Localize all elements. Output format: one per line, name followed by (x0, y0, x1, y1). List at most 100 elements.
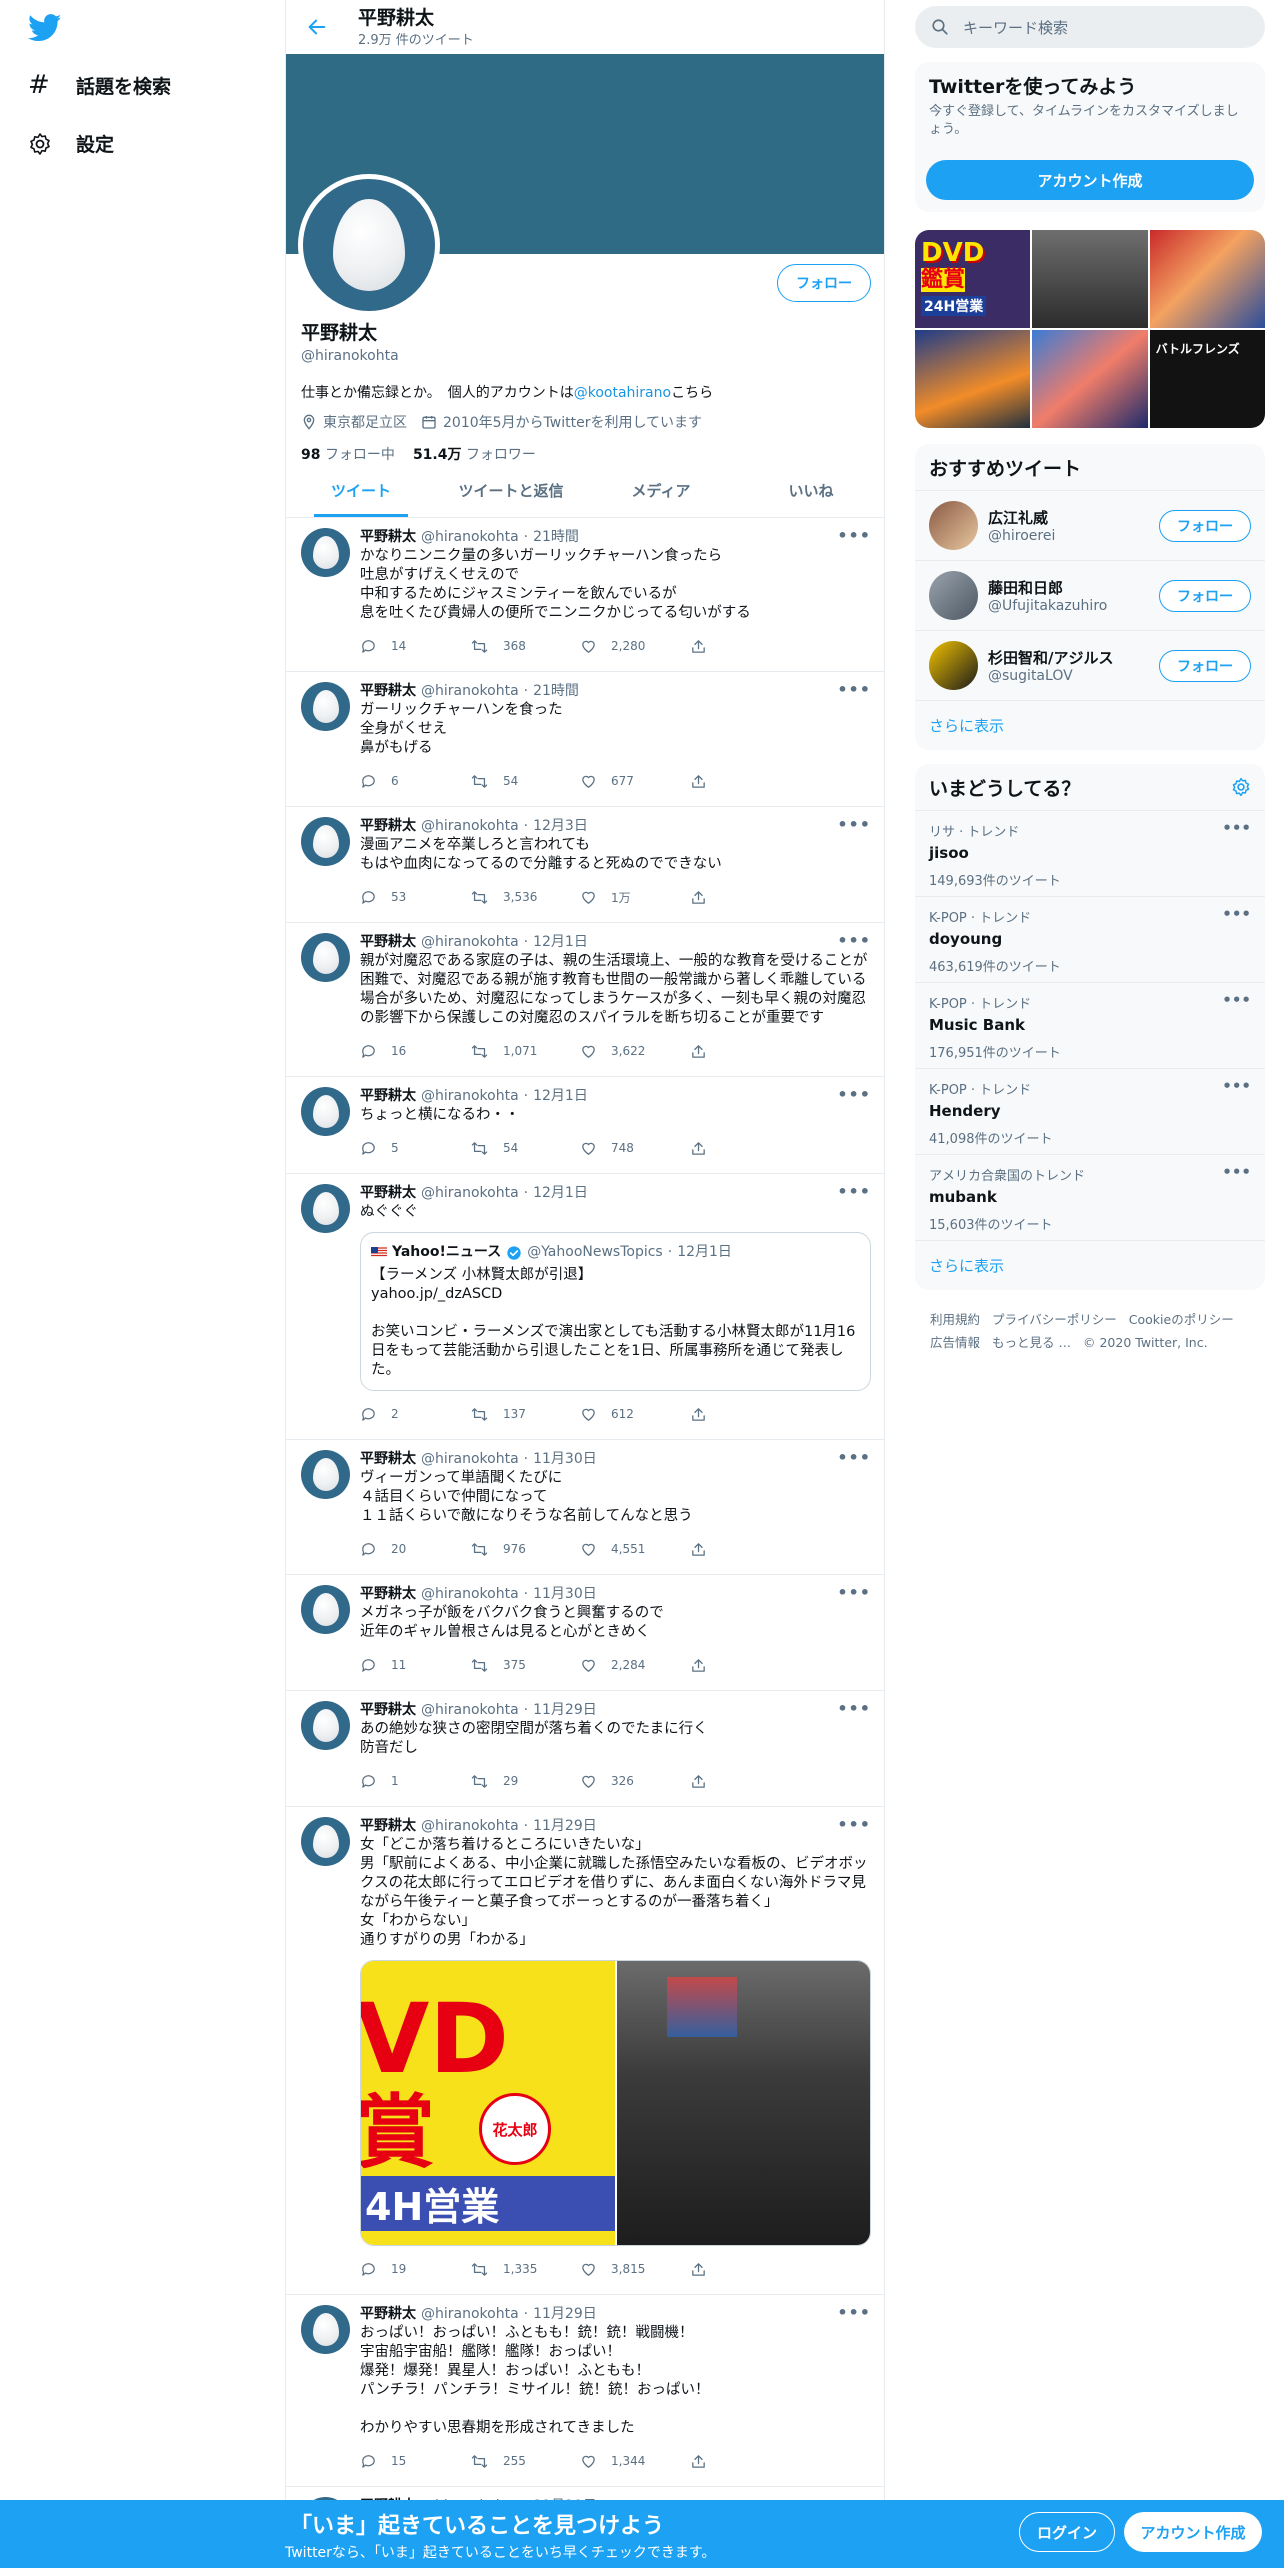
signup-button[interactable]: アカウント作成 (1124, 2512, 1262, 2552)
like-button[interactable]: 748 (580, 1140, 690, 1157)
media-thumb-anime-3[interactable] (1032, 330, 1148, 428)
more-options-icon[interactable]: ••• (837, 815, 871, 834)
trend-more-icon[interactable]: ••• (1222, 905, 1251, 923)
tweet-timestamp[interactable]: 12月1日 (533, 933, 588, 951)
tweet-timestamp[interactable]: 11月30日 (533, 1585, 597, 1603)
recommend-follow-button[interactable]: フォロー (1159, 579, 1251, 612)
like-button[interactable]: 677 (580, 773, 690, 790)
tweet-author-name[interactable]: 平野耕太 (360, 1585, 416, 1603)
tweet-author-name[interactable]: 平野耕太 (360, 1701, 416, 1719)
retweet-button[interactable]: 1,335 (470, 2261, 580, 2278)
tweet-author-name[interactable]: 平野耕太 (360, 1817, 416, 1835)
reply-button[interactable]: 11 (360, 1657, 470, 1674)
trend-more-icon[interactable]: ••• (1222, 1077, 1251, 1095)
nav-explore[interactable]: # 話題を検索 (28, 70, 171, 100)
tweet-avatar[interactable] (301, 817, 350, 866)
reply-button[interactable]: 2 (360, 1406, 470, 1423)
tweet-avatar[interactable] (301, 682, 350, 731)
tweet-author-name[interactable]: 平野耕太 (360, 682, 416, 700)
recommend-name[interactable]: 藤田和日郎 (988, 577, 1149, 598)
like-button[interactable]: 1万 (580, 889, 690, 906)
tab-tweets-and-replies[interactable]: ツイートと返信 (436, 464, 586, 517)
login-button[interactable]: ログイン (1019, 2512, 1115, 2552)
more-options-icon[interactable]: ••• (837, 1815, 871, 1834)
retweet-button[interactable]: 3,536 (470, 889, 580, 906)
search-box[interactable]: キーワード検索 (915, 6, 1265, 48)
tweet-author-name[interactable]: 平野耕太 (360, 2305, 416, 2323)
tweet-author-name[interactable]: 平野耕太 (360, 1450, 416, 1468)
bio-link[interactable]: @kootahirano (574, 385, 671, 401)
media-thumb-anime-2[interactable] (915, 330, 1031, 428)
tweet[interactable]: 平野耕太 @hiranokohta · 12月1日 ••• ちょっと横になるわ・・ 5 54 7… (286, 1077, 884, 1174)
tweet[interactable]: 平野耕太 @hiranokohta · 12月1日 ••• ぬぐぐぐ Yahoo!ニュース @… (286, 1174, 884, 1440)
like-button[interactable]: 3,815 (580, 2261, 690, 2278)
tweet[interactable]: 平野耕太 @hiranokohta · 11月29日 ••• あの絶妙な狭さの密閉空間が落… (286, 1691, 884, 1807)
share-button[interactable] (690, 638, 800, 655)
reply-button[interactable]: 53 (360, 889, 470, 906)
trend-more-icon[interactable]: ••• (1222, 819, 1251, 837)
more-options-icon[interactable]: ••• (837, 931, 871, 950)
tweet[interactable]: 平野耕太 @hiranokohta · 11月30日 ••• メガネっ子が飯をバクバク食う… (286, 1575, 884, 1691)
trend-item[interactable]: アメリカ合衆国のトレンド mubank 15,603件のツイート ••• (915, 1154, 1265, 1240)
like-button[interactable]: 1,344 (580, 2453, 690, 2470)
more-options-icon[interactable]: ••• (837, 680, 871, 699)
twitter-logo-icon[interactable] (28, 14, 62, 42)
media-grid[interactable]: DVD 鑑賞 24H営業 バトルフレンズ (915, 230, 1265, 428)
tweet[interactable]: 平野耕太 @hiranokohta · 21時間 ••• ガーリックチャーハンを食った 全… (286, 672, 884, 807)
share-button[interactable] (690, 889, 800, 906)
like-button[interactable]: 612 (580, 1406, 690, 1423)
tab-tweets[interactable]: ツイート (286, 464, 436, 517)
share-button[interactable] (690, 1541, 800, 1558)
media-thumb-anime-4[interactable]: バトルフレンズ (1149, 330, 1265, 428)
tweet-timestamp[interactable]: 11月29日 (533, 1701, 597, 1719)
tweet-timestamp[interactable]: 11月30日 (533, 1450, 597, 1468)
media-photo-booth[interactable] (616, 1961, 870, 2245)
tweet-author-name[interactable]: 平野耕太 (360, 1087, 416, 1105)
tweet-avatar[interactable] (301, 528, 350, 577)
recommend-avatar[interactable] (929, 501, 978, 550)
share-button[interactable] (690, 1406, 800, 1423)
trend-item[interactable]: K-POP · トレンド doyoung 463,619件のツイート ••• (915, 896, 1265, 982)
share-button[interactable] (690, 1773, 800, 1790)
tweet-timestamp[interactable]: 11月29日 (533, 2305, 597, 2323)
tweet[interactable]: 平野耕太 @hiranokohta · 12月1日 ••• 親が対魔忍である家庭の子は、親… (286, 923, 884, 1077)
tweet-avatar[interactable] (301, 933, 350, 982)
recommend-avatar[interactable] (929, 571, 978, 620)
like-button[interactable]: 2,284 (580, 1657, 690, 1674)
footer-ads-link[interactable]: 広告情報 (930, 1331, 980, 1354)
tweet[interactable]: 平野耕太 @hiranokohta · 11月29日 ••• 女「どこか落ち着けるところに… (286, 1807, 884, 2295)
tab-media[interactable]: メディア (586, 464, 736, 517)
follow-button[interactable]: フォロー (777, 264, 871, 302)
profile-avatar[interactable] (298, 174, 440, 316)
reply-button[interactable]: 15 (360, 2453, 470, 2470)
tweet-avatar[interactable] (301, 1184, 350, 1233)
more-options-icon[interactable]: ••• (837, 1448, 871, 1467)
reply-button[interactable]: 19 (360, 2261, 470, 2278)
footer-terms-link[interactable]: 利用規約 (930, 1308, 980, 1331)
tweet[interactable]: 平野耕太 @hiranokohta · 11月29日 ••• おっぱい！おっぱい！ふともも… (286, 2295, 884, 2487)
share-button[interactable] (690, 2261, 800, 2278)
like-button[interactable]: 3,622 (580, 1043, 690, 1060)
retweet-button[interactable]: 1,071 (470, 1043, 580, 1060)
retweet-button[interactable]: 29 (470, 1773, 580, 1790)
trend-item[interactable]: リサ · トレンド jisoo 149,693件のツイート ••• (915, 810, 1265, 896)
share-button[interactable] (690, 1657, 800, 1674)
tab-likes[interactable]: いいね (736, 464, 884, 517)
tweet-author-name[interactable]: 平野耕太 (360, 1184, 416, 1202)
tweet[interactable]: 平野耕太 @hiranokohta · 21時間 ••• かなりニンニク量の多いガーリック… (286, 518, 884, 672)
trend-item[interactable]: K-POP · トレンド Music Bank 176,951件のツイート ••• (915, 982, 1265, 1068)
tweet-timestamp[interactable]: 11月29日 (533, 1817, 597, 1835)
tweet-timestamp[interactable]: 12月1日 (533, 1087, 588, 1105)
retweet-button[interactable]: 255 (470, 2453, 580, 2470)
recommend-avatar[interactable] (929, 641, 978, 690)
reply-button[interactable]: 16 (360, 1043, 470, 1060)
more-options-icon[interactable]: ••• (837, 1699, 871, 1718)
recommend-name[interactable]: 広江礼威 (988, 507, 1149, 528)
reply-button[interactable]: 5 (360, 1140, 470, 1157)
reply-button[interactable]: 1 (360, 1773, 470, 1790)
tweet[interactable]: 平野耕太 @hiranokohta · 11月30日 ••• ヴィーガンって単語聞くたびに… (286, 1440, 884, 1575)
recommend-item[interactable]: 藤田和日郎 @Ufujitakazuhiro フォロー (915, 560, 1265, 630)
tweet-avatar[interactable] (301, 1701, 350, 1750)
followers-link[interactable]: 51.4万 フォロワー (413, 444, 536, 464)
more-options-icon[interactable]: ••• (837, 2303, 871, 2322)
